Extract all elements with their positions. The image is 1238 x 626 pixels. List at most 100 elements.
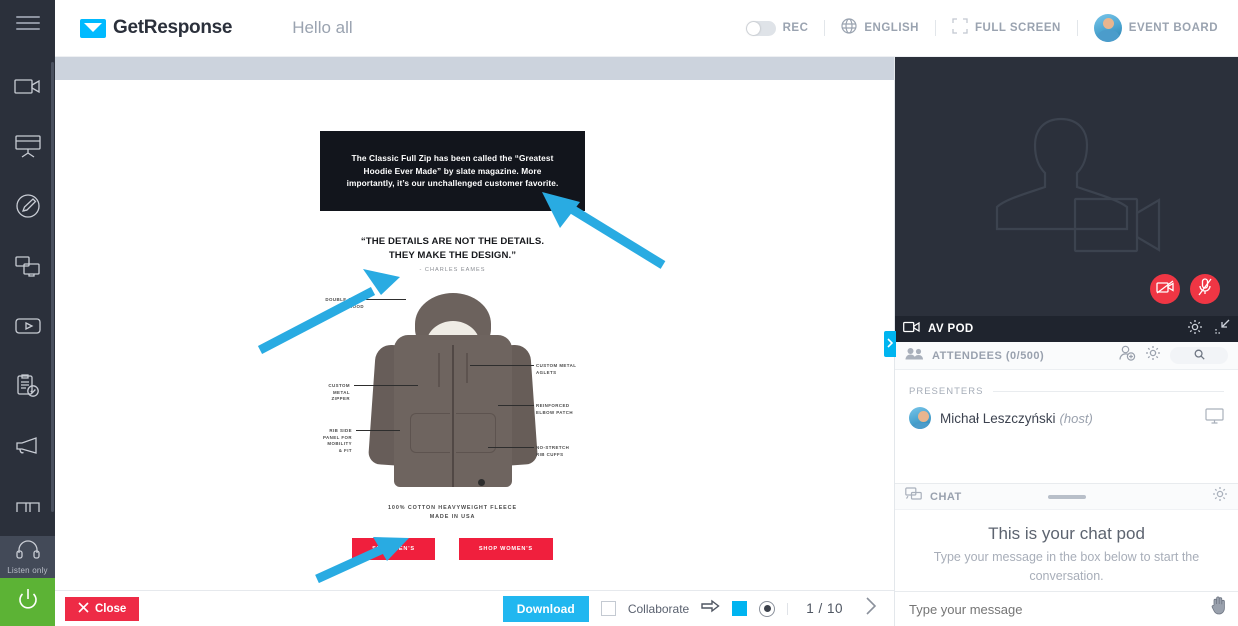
person-video-placeholder-icon xyxy=(957,87,1177,292)
next-slide-button[interactable] xyxy=(861,596,881,621)
hamburger-menu-button[interactable] xyxy=(0,0,55,46)
pencil-circle-icon xyxy=(15,193,41,219)
annotation-no-stretch-rib-cuffs: NO-STRETCH RIB CUFFS xyxy=(536,445,570,457)
power-icon xyxy=(14,586,42,619)
gear-icon[interactable] xyxy=(1187,319,1203,340)
attendees-search-input[interactable] xyxy=(1170,347,1228,364)
right-panel: AV POD ATTENDEES (0/500) PRESENTERS Mich… xyxy=(884,57,1238,626)
rail-item-whiteboard[interactable] xyxy=(0,176,55,236)
add-person-icon[interactable] xyxy=(1119,345,1136,366)
gear-icon[interactable] xyxy=(1145,345,1161,366)
leader-line-elbow xyxy=(498,405,534,406)
minimize-icon[interactable] xyxy=(1215,319,1230,339)
presentation-stage: The Classic Full Zip has been called the… xyxy=(55,57,895,590)
people-icon xyxy=(905,347,924,365)
leader-line-aglets xyxy=(470,365,534,366)
chat-pod: CHAT This is your chat pod Type your mes… xyxy=(895,483,1238,626)
language-selector[interactable]: ENGLISH xyxy=(841,17,919,39)
attendees-header: ATTENDEES (0/500) xyxy=(895,342,1238,370)
chat-title: CHAT xyxy=(930,490,962,503)
hand-cursor-icon xyxy=(1210,595,1228,620)
slide-callout-text: The Classic Full Zip has been called the… xyxy=(346,152,559,189)
slide-viewport[interactable]: The Classic Full Zip has been called the… xyxy=(55,80,895,590)
list-item[interactable]: Michał Leszczyński (host) xyxy=(895,397,1238,429)
search-icon xyxy=(1194,347,1205,365)
webinar-app-window: Listen only GetResponse Hello all REC EN… xyxy=(0,0,1238,626)
rail-item-device[interactable] xyxy=(0,476,55,536)
brand-logo[interactable]: GetResponse xyxy=(80,17,232,39)
fullscreen-label: FULL SCREEN xyxy=(975,22,1061,34)
header-actions: REC ENGLISH FULL SCREEN EVENT BOARD xyxy=(745,14,1238,42)
collaborate-label[interactable]: Collaborate xyxy=(628,602,689,616)
annotation-rib-side-panel: RIB SIDE PANEL FOR MOBILITY & FIT xyxy=(322,428,352,453)
collaborate-checkbox[interactable] xyxy=(600,601,616,616)
rail-item-call-to-action[interactable] xyxy=(0,416,55,476)
annotation-arrow-bottom-left xyxy=(313,535,413,583)
chat-empty-heading: This is your chat pod xyxy=(988,524,1145,543)
header-divider-2 xyxy=(935,20,936,36)
annotation-arrow-middle-left xyxy=(255,265,405,355)
close-label: Close xyxy=(95,602,127,615)
color-swatch-button[interactable] xyxy=(732,601,748,616)
slide-material-text: 100% COTTON HEAVYWEIGHT FLEECE MADE IN U… xyxy=(325,504,580,522)
attendees-label: ATTENDEES (0/500) xyxy=(932,349,1045,362)
mic-off-button[interactable] xyxy=(1190,274,1220,304)
presenters-label: PRESENTERS xyxy=(909,386,984,397)
shop-womens-button[interactable]: SHOP WOMEN'S xyxy=(458,538,553,560)
chat-message-input[interactable] xyxy=(909,601,1189,617)
event-board-button[interactable]: EVENT BOARD xyxy=(1093,14,1218,42)
rail-item-polls[interactable] xyxy=(0,356,55,416)
hoodie-drawstring-left xyxy=(438,353,440,387)
event-board-label: EVENT BOARD xyxy=(1128,22,1218,34)
monitor-icon[interactable] xyxy=(1205,407,1224,429)
listen-only-button[interactable]: Listen only xyxy=(0,535,55,578)
video-camera-icon xyxy=(903,320,920,338)
rail-scrollbar[interactable] xyxy=(51,62,54,512)
annotation-arrow-top-right xyxy=(528,190,668,270)
left-tool-rail: Listen only xyxy=(0,0,55,626)
headphones-icon xyxy=(15,539,41,564)
close-button[interactable]: Close xyxy=(65,596,140,621)
whiteboard-screen-icon xyxy=(14,134,42,158)
annotation-custom-metal-zipper: CUSTOM METAL ZIPPER xyxy=(328,383,350,402)
megaphone-icon xyxy=(14,436,42,456)
download-button[interactable]: Download xyxy=(502,595,589,622)
slide-content: The Classic Full Zip has been called the… xyxy=(55,80,895,590)
camera-off-button[interactable] xyxy=(1150,274,1180,304)
gear-icon[interactable] xyxy=(1212,486,1228,507)
leader-line-zipper xyxy=(354,385,418,386)
arrow-right-icon[interactable] xyxy=(701,599,720,618)
rec-toggle-switch[interactable] xyxy=(745,20,776,36)
brand-name: GetResponse xyxy=(113,17,233,38)
hoodie-zipper xyxy=(452,345,454,487)
envelope-icon xyxy=(80,18,106,38)
fullscreen-button[interactable]: FULL SCREEN xyxy=(952,17,1061,39)
rail-item-presentation[interactable] xyxy=(0,116,55,176)
material-line-2: MADE IN USA xyxy=(429,514,476,521)
chat-resize-handle[interactable] xyxy=(1047,495,1086,499)
dot-brush-icon[interactable] xyxy=(759,600,776,617)
annotation-custom-metal-aglets: CUSTOM METAL AGLETS xyxy=(536,363,577,375)
rail-item-screen-share[interactable] xyxy=(0,236,55,296)
headset-stand-icon xyxy=(14,498,42,514)
rec-label: REC xyxy=(782,22,809,34)
chevron-right-icon xyxy=(887,335,894,353)
listen-only-label: Listen only xyxy=(7,565,48,575)
rail-item-youtube[interactable] xyxy=(0,296,55,356)
panel-collapse-tab[interactable] xyxy=(884,331,896,357)
av-pod-header-actions xyxy=(1187,319,1230,340)
rail-item-webcam[interactable] xyxy=(0,56,55,116)
hoodie-hem-tag xyxy=(478,479,485,486)
presenters-section-header: PRESENTERS xyxy=(895,370,1238,397)
language-label: ENGLISH xyxy=(864,22,919,34)
material-line-1: 100% COTTON HEAVYWEIGHT FLEECE xyxy=(388,505,517,511)
header-divider xyxy=(824,20,826,36)
chat-empty-subtext: Type your message in the box below to st… xyxy=(933,550,1200,583)
globe-icon xyxy=(841,17,857,39)
presenter-role: (host) xyxy=(1059,410,1093,426)
hoodie-drawstring-right xyxy=(466,353,468,383)
avatar xyxy=(909,407,931,429)
rec-toggle[interactable]: REC xyxy=(745,20,809,36)
leave-session-button[interactable] xyxy=(0,578,55,626)
presenter-name: Michał Leszczyński xyxy=(940,410,1056,426)
